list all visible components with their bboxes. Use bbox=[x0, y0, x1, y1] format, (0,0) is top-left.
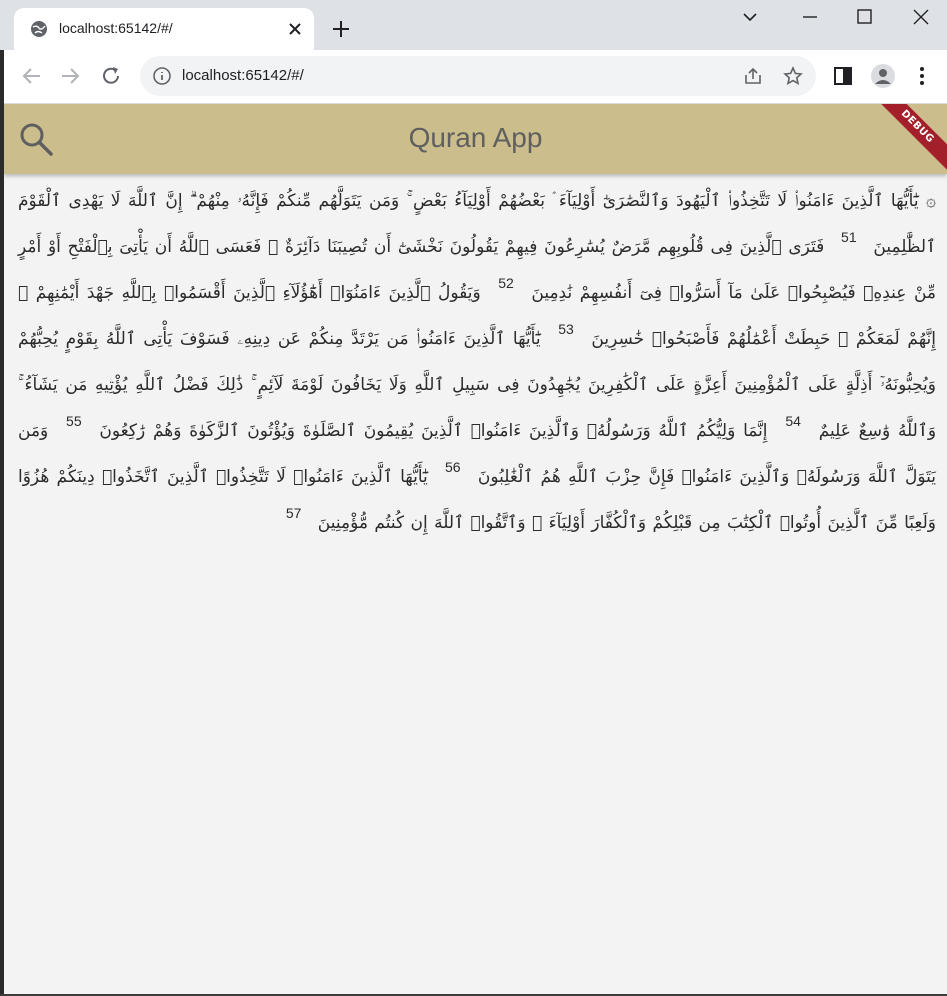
back-icon[interactable] bbox=[20, 64, 44, 88]
verse-number: 55 bbox=[66, 413, 82, 429]
reload-icon[interactable] bbox=[99, 64, 123, 88]
profile-avatar-icon[interactable] bbox=[870, 63, 896, 89]
app-title: Quran App bbox=[408, 122, 543, 153]
globe-icon bbox=[31, 21, 47, 37]
close-window-icon[interactable] bbox=[910, 6, 932, 28]
bookmark-star-icon[interactable] bbox=[782, 65, 804, 87]
address-bar[interactable]: localhost:65142/#/ bbox=[140, 56, 816, 96]
verse-number: 54 bbox=[785, 413, 801, 429]
verse-number: 52 bbox=[498, 275, 514, 291]
browser-tabstrip: localhost:65142/#/ bbox=[0, 0, 947, 50]
browser-toolbar: localhost:65142/#/ bbox=[0, 50, 947, 104]
forward-icon[interactable] bbox=[58, 64, 82, 88]
tab-title: localhost:65142/#/ bbox=[59, 20, 173, 36]
verses-text: ۞ يَٰٓأَيُّهَا ٱلَّذِينَ ءَامَنُوا۟ لَا … bbox=[18, 178, 936, 546]
url-text[interactable]: localhost:65142/#/ bbox=[182, 67, 304, 84]
verse-number: 56 bbox=[445, 459, 461, 475]
verse-text: إِنَّمَا وَلِيُّكُمُ ٱللَّهُ وَرَسُولُهُ… bbox=[99, 421, 768, 441]
verse-number: 51 bbox=[841, 229, 857, 245]
side-panel-icon[interactable] bbox=[832, 65, 854, 87]
tab-search-icon[interactable] bbox=[739, 6, 761, 28]
verse-number: 53 bbox=[558, 321, 574, 337]
app-bar: Quran App DEBUG bbox=[4, 104, 947, 176]
browser-tab[interactable]: localhost:65142/#/ bbox=[14, 8, 314, 50]
app-viewport: Quran App DEBUG ۞ يَٰٓأَيُّهَا ٱلَّذِينَ… bbox=[4, 104, 947, 994]
new-tab-icon[interactable] bbox=[330, 18, 352, 40]
verse-number: 57 bbox=[285, 505, 302, 521]
close-tab-icon[interactable] bbox=[284, 18, 306, 40]
more-menu-icon[interactable] bbox=[912, 65, 932, 87]
maximize-icon[interactable] bbox=[853, 6, 875, 28]
minimize-icon[interactable] bbox=[799, 6, 821, 28]
share-icon[interactable] bbox=[742, 65, 764, 87]
site-info-icon[interactable] bbox=[152, 66, 172, 86]
